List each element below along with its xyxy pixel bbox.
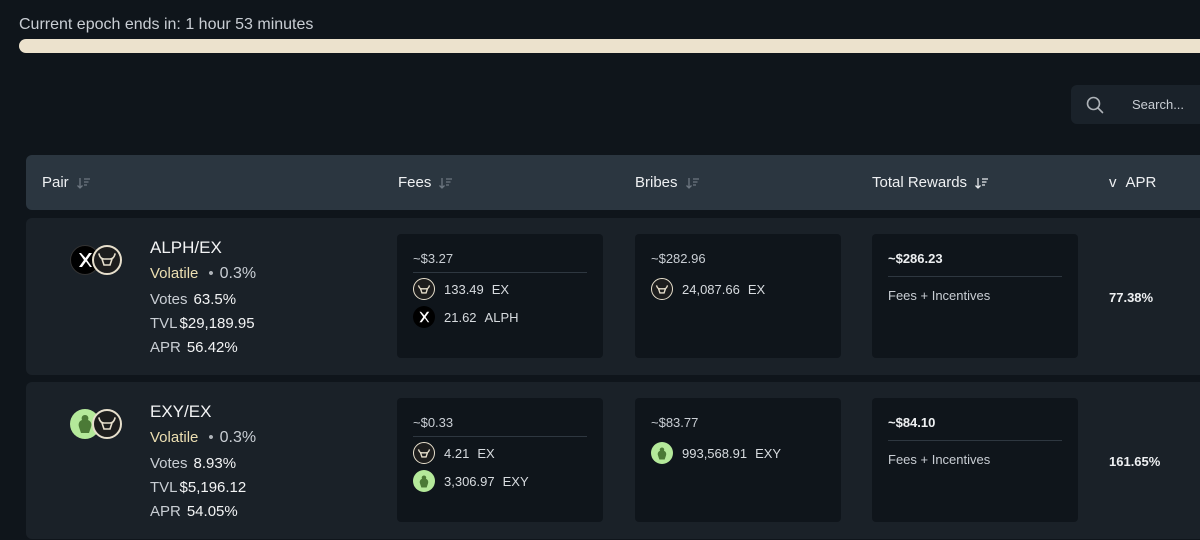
alph-token-icon	[413, 306, 435, 328]
fee-tier: 0.3%	[219, 429, 257, 446]
tvl-label: TVL	[150, 315, 178, 332]
table-row[interactable]: ALPH/EX Volatile • 0.3% Votes 63.5% TVL $29,…	[26, 218, 1200, 375]
search-input[interactable]	[1132, 97, 1200, 112]
sort-icon	[685, 177, 699, 189]
fee-token: 4.21 EX	[413, 442, 495, 464]
token-amount: 24,087.66	[682, 281, 740, 297]
token-amount: 3,306.97	[444, 473, 495, 489]
bribe-token: 993,568.91 EXY	[651, 442, 781, 464]
bribes-header-label: Bribes	[635, 174, 678, 191]
apr-label: APR	[150, 503, 181, 520]
column-header-total-rewards[interactable]: Total Rewards	[872, 155, 989, 210]
epoch-progress-bar	[19, 39, 1200, 53]
total-rewards-label: Fees + Incentives	[888, 452, 991, 467]
exy-token-icon	[651, 442, 673, 464]
pair-icons	[70, 409, 126, 441]
apr-label: APR	[150, 339, 181, 356]
bribes-card: ~$282.96 24,087.66 EX	[635, 234, 841, 358]
votes-value: 63.5%	[193, 291, 237, 308]
pair-type: Volatile • 0.3%	[150, 429, 257, 446]
tvl-label: TVL	[150, 479, 178, 496]
sort-icon	[439, 177, 453, 189]
token-symbol: EXY	[755, 445, 782, 461]
token-symbol: ALPH	[484, 309, 519, 325]
epoch-label: Current epoch ends in: 1 hour 53 minutes	[19, 16, 314, 33]
votes-label: Votes	[150, 455, 188, 472]
reward-apr: 161.65%	[1109, 454, 1161, 469]
votes-stat: Votes 8.93%	[150, 455, 236, 472]
fees-card: ~$3.27 133.49 EX 21.62 ALPH	[397, 234, 603, 358]
pair-header-label: Pair	[42, 174, 69, 191]
divider	[413, 436, 587, 437]
pool-type: Volatile	[150, 429, 199, 446]
ex-token-icon	[651, 278, 673, 300]
search-box[interactable]	[1071, 85, 1200, 124]
divider	[413, 272, 587, 273]
tvl-value: $29,189.95	[179, 315, 255, 332]
tvl-stat: TVL $5,196.12	[150, 479, 246, 496]
fee-tier: 0.3%	[219, 265, 257, 282]
total-rewards-card: ~$84.10 Fees + Incentives	[872, 398, 1078, 522]
token-symbol: EX	[477, 445, 495, 461]
fee-token: 21.62 ALPH	[413, 306, 519, 328]
sort-active-icon	[975, 177, 989, 189]
pair-type: Volatile • 0.3%	[150, 265, 257, 282]
pair-name: EXY/EX	[150, 402, 212, 421]
fees-total: ~$3.27	[413, 251, 454, 266]
bribes-total: ~$282.96	[651, 251, 706, 266]
token-symbol: EX	[747, 281, 766, 297]
reward-apr: 77.38%	[1109, 290, 1154, 305]
total-rewards-label: Fees + Incentives	[888, 288, 991, 303]
sort-icon	[76, 177, 90, 189]
column-header-bribes[interactable]: Bribes	[635, 155, 699, 210]
total-rewards-value: ~$286.23	[888, 251, 943, 266]
search-icon	[1086, 96, 1104, 113]
total-rewards-value: ~$84.10	[888, 415, 936, 430]
ex-token-icon	[92, 409, 122, 439]
ex-token-icon	[413, 278, 435, 300]
column-header-pair[interactable]: Pair	[42, 155, 90, 210]
apr-header-label: APR	[1125, 174, 1157, 191]
votes-label: Votes	[150, 291, 188, 308]
divider	[888, 440, 1062, 441]
bribes-total: ~$83.77	[651, 415, 699, 430]
fee-token: 133.49 EX	[413, 278, 509, 300]
column-header-apr[interactable]: v APR	[1109, 155, 1156, 210]
table-header: Pair Fees Bribes Total Rewards v APR	[26, 155, 1200, 210]
ex-token-icon	[413, 442, 435, 464]
bribes-card: ~$83.77 993,568.91 EXY	[635, 398, 841, 522]
tvl-value: $5,196.12	[179, 479, 247, 496]
token-amount: 993,568.91	[682, 445, 748, 461]
token-amount: 21.62	[444, 309, 477, 325]
total-rewards-header-label: Total Rewards	[872, 174, 968, 191]
pair-name: ALPH/EX	[150, 238, 222, 257]
votes-stat: Votes 63.5%	[150, 291, 236, 308]
token-amount: 4.21	[444, 445, 470, 461]
token-symbol: EX	[491, 281, 510, 297]
divider	[888, 276, 1062, 277]
tvl-stat: TVL $29,189.95	[150, 315, 255, 332]
apr-stat: APR 54.05%	[150, 503, 238, 520]
token-amount: 133.49	[444, 281, 484, 297]
apr-value: 56.42%	[186, 339, 238, 356]
exy-token-icon	[413, 470, 435, 492]
fees-total: ~$0.33	[413, 415, 454, 430]
fee-token: 3,306.97 EXY	[413, 470, 529, 492]
pair-icons	[70, 245, 126, 277]
bribe-token: 24,087.66 EX	[651, 278, 765, 300]
apr-stat: APR 56.42%	[150, 339, 238, 356]
table-row[interactable]: EXY/EX Volatile • 0.3% Votes 8.93% TVL $5,19…	[26, 382, 1200, 539]
token-symbol: EXY	[502, 473, 529, 489]
apr-sort-direction: v	[1109, 174, 1117, 191]
apr-value: 54.05%	[186, 503, 238, 520]
column-header-fees[interactable]: Fees	[398, 155, 453, 210]
votes-value: 8.93%	[193, 455, 237, 472]
fees-card: ~$0.33 4.21 EX 3,306.97 EXY	[397, 398, 603, 522]
total-rewards-card: ~$286.23 Fees + Incentives	[872, 234, 1078, 358]
pool-type: Volatile	[150, 265, 199, 282]
fees-header-label: Fees	[398, 174, 432, 191]
ex-token-icon	[92, 245, 122, 275]
